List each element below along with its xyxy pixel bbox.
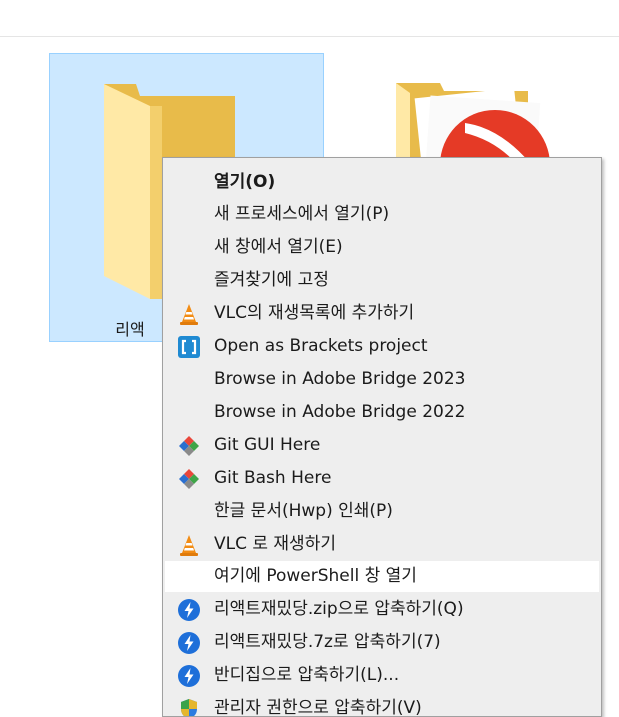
menu-item-open[interactable]: 열기(O) [165, 167, 599, 198]
menu-item-adobe-bridge-2022[interactable]: Browse in Adobe Bridge 2022 [165, 397, 599, 428]
menu-item-label: 리액트재밌당.7z로 압축하기(7) [214, 632, 441, 652]
menu-item-label: VLC 로 재생하기 [214, 534, 336, 554]
toolbar-divider [0, 36, 619, 37]
menu-item-label: 새 창에서 열기(E) [214, 237, 343, 257]
menu-item-hwp-print[interactable]: 한글 문서(Hwp) 인쇄(P) [165, 496, 599, 527]
menu-item-label: 열기(O) [214, 172, 276, 192]
menu-item-label: Open as Brackets project [214, 336, 428, 356]
shield-icon [181, 699, 197, 716]
menu-item-compress-bandizip[interactable]: 반디집으로 압축하기(L)... [165, 660, 599, 691]
menu-item-open-new-process[interactable]: 새 프로세스에서 열기(P) [165, 199, 599, 230]
menu-item-vlc-add-playlist[interactable]: VLC의 재생목록에 추가하기 [165, 298, 599, 329]
menu-item-label: Git Bash Here [214, 468, 332, 488]
context-menu: 열기(O) 새 프로세스에서 열기(P) 새 창에서 열기(E) 즐겨찾기에 고… [162, 157, 602, 717]
menu-item-label: 즐겨찾기에 고정 [214, 270, 329, 290]
vlc-cone-icon [180, 304, 198, 325]
brackets-icon [178, 336, 200, 358]
menu-item-vlc-play[interactable]: VLC 로 재생하기 [165, 529, 599, 560]
menu-item-open-new-window[interactable]: 새 창에서 열기(E) [165, 232, 599, 263]
menu-item-adobe-bridge-2023[interactable]: Browse in Adobe Bridge 2023 [165, 364, 599, 395]
menu-item-compress-admin[interactable]: 관리자 권한으로 압축하기(V) [165, 693, 599, 717]
vlc-cone-icon [180, 535, 198, 556]
menu-item-compress-7z[interactable]: 리액트재밌당.7z로 압축하기(7) [165, 627, 599, 658]
menu-item-label: 반디집으로 압축하기(L)... [214, 665, 400, 685]
menu-item-open-powershell[interactable]: 여기에 PowerShell 창 열기 [165, 561, 599, 592]
menu-item-label: 리액트재밌당.zip으로 압축하기(Q) [214, 599, 464, 619]
menu-item-pin-quick-access[interactable]: 즐겨찾기에 고정 [165, 265, 599, 296]
git-diamond-icon [179, 469, 199, 489]
menu-item-label: 새 프로세스에서 열기(P) [214, 204, 390, 224]
bandizip-icon [178, 599, 200, 621]
bandizip-icon [178, 665, 200, 687]
menu-item-label: 관리자 권한으로 압축하기(V) [214, 698, 422, 717]
git-diamond-icon [179, 436, 199, 456]
menu-item-compress-zip[interactable]: 리액트재밌당.zip으로 압축하기(Q) [165, 594, 599, 625]
menu-item-label: Browse in Adobe Bridge 2022 [214, 402, 466, 422]
menu-item-label: Git GUI Here [214, 435, 321, 455]
menu-item-label: Browse in Adobe Bridge 2023 [214, 369, 466, 389]
menu-item-git-gui[interactable]: Git GUI Here [165, 430, 599, 461]
menu-item-label: VLC의 재생목록에 추가하기 [214, 303, 415, 323]
menu-item-label: 한글 문서(Hwp) 인쇄(P) [214, 501, 393, 521]
menu-item-git-bash[interactable]: Git Bash Here [165, 463, 599, 494]
bandizip-icon [178, 632, 200, 654]
menu-item-brackets-project[interactable]: Open as Brackets project [165, 331, 599, 362]
menu-item-label: 여기에 PowerShell 창 열기 [214, 566, 417, 586]
